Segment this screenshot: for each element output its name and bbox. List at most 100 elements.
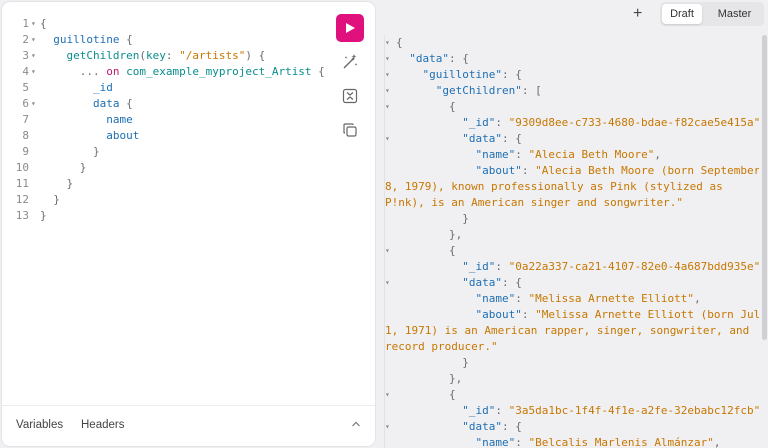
result-line: record producer."	[385, 339, 759, 355]
result-line: "name": "Alecia Beth Moore",	[475, 148, 661, 161]
fold-arrow-icon[interactable]: ▾	[385, 35, 390, 51]
fold-arrow-icon[interactable]: ▾	[385, 83, 390, 99]
result-viewer[interactable]: ▾{ ▾ "data": { ▾ "guillotine": { ▾ "getC…	[384, 35, 759, 448]
fold-arrow-icon[interactable]: ▾	[31, 16, 36, 32]
fold-arrow-icon[interactable]: ▾	[385, 99, 390, 115]
copy-icon	[343, 123, 357, 137]
tab-headers[interactable]: Headers	[81, 419, 124, 431]
keyword-token: on	[106, 65, 120, 78]
line-number: 2	[22, 33, 29, 46]
json-key: "_id"	[462, 260, 496, 273]
json-key: "about"	[475, 308, 522, 321]
play-icon	[346, 23, 355, 33]
merge-fragments-button[interactable]	[336, 82, 364, 110]
result-line: ▾ "data": {	[385, 275, 522, 291]
env-draft-option[interactable]: Draft	[662, 4, 702, 24]
result-line: ▾ "data": {	[385, 131, 522, 147]
line-number: 7	[22, 113, 29, 126]
fold-arrow-icon[interactable]: ▾	[385, 51, 390, 67]
env-master-option[interactable]: Master	[707, 4, 762, 24]
json-value: "Melissa Arnette Elliott (born July	[535, 308, 759, 321]
query-editor-pane[interactable]: 1 ▾{ 2 ▾ guillotine { 3 ▾ getChildren(key: …	[2, 2, 375, 446]
line-number: 8	[22, 129, 29, 142]
fold-arrow-icon[interactable]: ▾	[31, 32, 36, 48]
field-token: name	[106, 113, 133, 126]
code-line: 10 }	[2, 160, 332, 176]
code-line: 8 about	[2, 128, 332, 144]
add-tab-button[interactable]: +	[633, 5, 642, 23]
json-value: "Alecia Beth Moore"	[528, 148, 655, 161]
json-value: 1, 1971) is an American rapper, singer, …	[385, 324, 750, 337]
field-token: getChildren	[66, 49, 140, 62]
result-line: "about": "Melissa Arnette Elliott (born …	[385, 307, 759, 323]
result-line: "_id": "0a22a337-ca21-4107-82e0-4a687bdd…	[462, 260, 759, 273]
field-token: about	[106, 129, 140, 142]
execute-query-button[interactable]	[336, 14, 364, 42]
chevron-up-icon[interactable]	[351, 419, 361, 429]
line-number: 1	[22, 17, 29, 30]
code-line: 11 }	[2, 176, 332, 192]
result-line: ▾ "getChildren": [	[385, 83, 542, 99]
line-number: 6	[22, 97, 29, 110]
json-key: "about"	[475, 164, 522, 177]
result-line: ▾ "guillotine": {	[385, 67, 522, 83]
result-line: "name": "Melissa Arnette Elliott",	[475, 292, 701, 305]
result-line: ▾ "data": {	[385, 51, 469, 67]
result-line: "about": "Alecia Beth Moore (born Septem…	[475, 164, 759, 177]
code-line: 2 ▾ guillotine {	[2, 32, 332, 48]
tab-variables[interactable]: Variables	[16, 419, 63, 431]
fold-arrow-icon[interactable]: ▾	[385, 419, 390, 435]
fold-arrow-icon[interactable]: ▾	[385, 67, 390, 83]
result-line: ▾{	[385, 35, 403, 51]
code-line: 9 }	[2, 144, 332, 160]
json-key: "name"	[475, 436, 516, 448]
editor-bottom-bar: Variables Headers	[2, 405, 375, 446]
fold-arrow-icon[interactable]: ▾	[385, 387, 390, 403]
result-line: ▾ {	[385, 243, 456, 259]
result-line: ▾ {	[385, 387, 456, 403]
line-number: 10	[15, 161, 29, 174]
result-line: }	[396, 212, 469, 225]
fold-arrow-icon[interactable]: ▾	[385, 275, 390, 291]
json-key: "name"	[475, 292, 516, 305]
argument-token: key	[145, 49, 166, 62]
json-key: "data"	[462, 276, 502, 289]
fold-arrow-icon[interactable]: ▾	[31, 48, 36, 64]
field-token: data	[92, 97, 120, 110]
json-value: "Alecia Beth Moore (born September	[535, 164, 759, 177]
code-line: 7 name	[2, 112, 332, 128]
result-scrollbar[interactable]	[762, 35, 767, 340]
editor-toolbar	[336, 14, 366, 144]
query-editor[interactable]: 1 ▾{ 2 ▾ guillotine { 3 ▾ getChildren(key: …	[2, 16, 332, 224]
json-value: 8, 1979), known professionally as Pink (…	[385, 180, 723, 193]
json-key: "data"	[462, 420, 502, 433]
line-number: 3	[22, 49, 29, 62]
fold-arrow-icon[interactable]: ▾	[385, 131, 390, 147]
field-token: guillotine	[53, 33, 120, 46]
code-line: 1 ▾{	[2, 16, 332, 32]
prettify-button[interactable]	[336, 48, 364, 76]
code-line: 3 ▾ getChildren(key: "/artists") {	[2, 48, 332, 64]
json-value: "3a5da1bc-1f4f-4f1e-a2fe-32ebabc12fcb"	[508, 404, 759, 417]
result-line: }	[396, 356, 469, 369]
fold-arrow-icon[interactable]: ▾	[31, 64, 36, 80]
result-line: P!nk), is an American singer and songwri…	[385, 195, 759, 211]
spread-token: ...	[79, 65, 100, 78]
result-line: 1, 1971) is an American rapper, singer, …	[385, 323, 759, 339]
fold-arrow-icon[interactable]: ▾	[31, 96, 36, 112]
line-number: 9	[22, 145, 29, 158]
json-key: "_id"	[462, 404, 496, 417]
fold-arrow-icon[interactable]: ▾	[385, 243, 390, 259]
environment-switcher: Draft Master	[660, 2, 764, 26]
line-number: 4	[22, 65, 29, 78]
result-line: ▾ "data": {	[385, 419, 522, 435]
copy-query-button[interactable]	[336, 116, 364, 144]
json-key: "_id"	[462, 116, 496, 129]
result-line: "name": "Belcalis Marlenis Almánzar",	[475, 436, 721, 448]
json-value: record producer."	[385, 340, 498, 353]
json-key: "guillotine"	[422, 68, 502, 81]
json-key: "data"	[462, 132, 502, 145]
type-token: com_example_myproject_Artist	[126, 65, 312, 78]
json-value: "0a22a337-ca21-4107-82e0-4a687bdd935e"	[508, 260, 759, 273]
code-line: 13}	[2, 208, 332, 224]
